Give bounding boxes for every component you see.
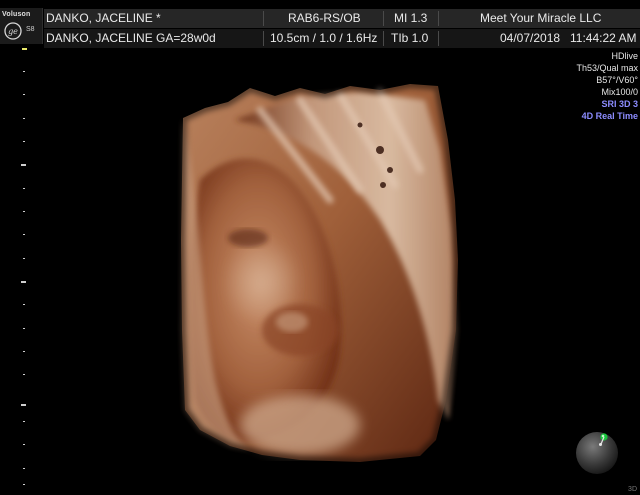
header-row-2: DANKO, JACELINE GA=28w0d 10.5cm / 1.0 / … [44,29,640,48]
divider [383,11,384,26]
volume-angles-label: B57°/V60° [596,75,638,85]
divider [263,31,264,46]
institution-name: Meet Your Miracle LLC [480,11,602,25]
exam-time: 11:44:22 AM [570,31,637,45]
header-row-1: DANKO, JACELINE * RAB6-RS/OB MI 1.3 Meet… [44,9,640,28]
depth-ruler [21,48,27,485]
ruler-ticks [21,71,26,485]
header-bar: Voluson ge S8 DANKO, JACELINE * RAB6-RS/… [0,0,640,48]
divider [438,11,439,26]
fetal-3d-render [176,79,463,467]
render-mode-label: 4D Real Time [581,111,638,121]
brand-label: Voluson [2,11,31,18]
model-label: S8 [26,26,35,33]
thermal-index: TIb 1.0 [391,31,429,45]
sri-label: SRI 3D 3 [601,99,638,109]
mix-label: Mix100/0 [601,87,638,97]
divider [438,31,439,46]
threshold-quality-label: Th53/Qual max [576,63,638,73]
divider [263,11,264,26]
corner-3d-label: 3D [628,486,637,493]
ultrasound-screen: Voluson ge S8 DANKO, JACELINE * RAB6-RS/… [0,0,640,495]
depth-frequency: 10.5cm / 1.0 / 1.6Hz [270,31,378,45]
ruler-top-marker [22,48,27,50]
mechanical-index: MI 1.3 [394,11,428,25]
patient-gestational-age: DANKO, JACELINE GA=28w0d [46,31,216,45]
hdlive-label: HDlive [611,51,638,61]
brand-box: Voluson ge S8 [0,8,43,44]
patient-name: DANKO, JACELINE * [46,11,161,25]
divider [383,31,384,46]
orientation-ball-icon [576,432,618,474]
probe-mode: RAB6-RS/OB [288,11,361,25]
exam-date: 04/07/2018 [500,31,561,45]
svg-text:ge: ge [8,27,18,36]
ge-logo-icon: ge [4,22,22,40]
acquisition-info-panel: HDlive Th53/Qual max B57°/V60° Mix100/0 … [576,50,638,122]
